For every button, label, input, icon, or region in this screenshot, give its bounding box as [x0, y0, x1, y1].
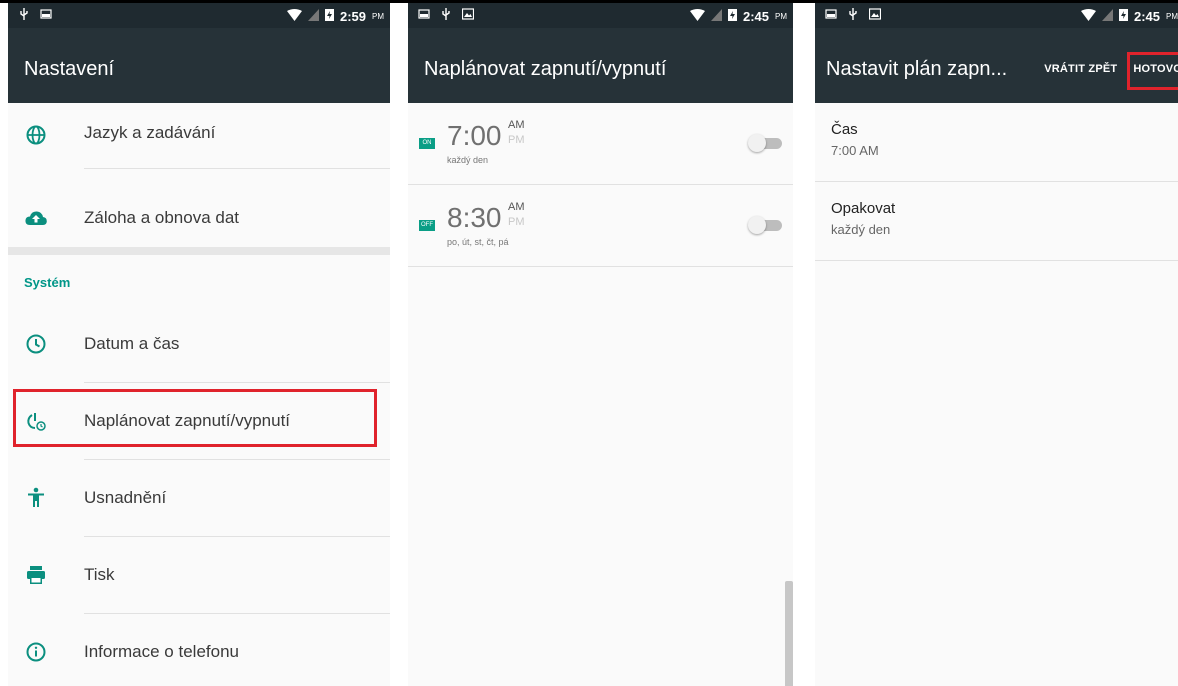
- usb-icon: [18, 8, 30, 23]
- image-icon: [825, 8, 837, 23]
- schedule-item-power-on[interactable]: ON 7:00 AM PM každý den: [408, 103, 793, 185]
- app-bar: Naplánovat zapnutí/vypnutí: [408, 28, 793, 103]
- no-signal-icon: [307, 8, 319, 24]
- status-badge: ON: [419, 138, 435, 149]
- usb-icon: [440, 8, 452, 23]
- gallery-icon: [869, 8, 881, 23]
- schedule-list-screen: 2:45 PM Naplánovat zapnutí/vypnutí ON 7:…: [408, 3, 793, 686]
- image-icon: [418, 8, 430, 23]
- cloud-upload-icon: [24, 206, 48, 230]
- schedule-days: každý den: [447, 155, 489, 165]
- section-divider: [8, 247, 390, 255]
- clock-time: 2:45: [742, 8, 769, 24]
- status-badge: OFF: [419, 220, 435, 231]
- undo-button[interactable]: VRÁTIT ZPĚT: [1040, 60, 1121, 78]
- schedule-time: 7:00: [447, 120, 502, 151]
- wifi-icon: [286, 8, 302, 24]
- schedule-item-power-off[interactable]: OFF 8:30 AM PM po, út, st, čt, pá: [408, 185, 793, 267]
- preference-summary: každý den: [831, 222, 891, 237]
- preference-summary: 7:00 AM: [831, 143, 879, 158]
- settings-item-label: Jazyk a zadávání: [84, 123, 216, 142]
- page-title: Nastavení: [24, 58, 115, 80]
- battery-charging-icon: [727, 8, 737, 24]
- wifi-icon: [689, 8, 705, 24]
- clock-ampm: PM: [1166, 11, 1178, 21]
- settings-item-print[interactable]: Tisk: [8, 537, 390, 614]
- status-bar: 2:59 PM: [8, 3, 390, 28]
- schedule-pm: PM: [508, 134, 525, 146]
- page-title: Naplánovat zapnutí/vypnutí: [424, 58, 667, 80]
- battery-charging-icon: [324, 8, 334, 24]
- settings-item-label: Datum a čas: [84, 334, 180, 353]
- highlight-box: [13, 389, 377, 447]
- page-title: Nastavit plán zapn...: [826, 58, 1008, 80]
- clock-time: 2:45: [1133, 8, 1160, 24]
- repeat-preference[interactable]: Opakovat každý den: [815, 182, 1178, 261]
- settings-item-label: Tisk: [84, 565, 115, 584]
- settings-item-language[interactable]: Jazyk a zadávání: [8, 103, 390, 180]
- schedule-am: AM: [508, 201, 525, 213]
- time-preference[interactable]: Čas 7:00 AM: [815, 103, 1178, 182]
- settings-item-label: Usnadnění: [84, 488, 167, 507]
- scrollbar[interactable]: [785, 581, 793, 686]
- settings-screen: 2:59 PM Nastavení Jazyk a zadávání Záloh…: [8, 3, 390, 686]
- gallery-icon: [462, 8, 474, 23]
- battery-charging-icon: [1118, 8, 1128, 24]
- section-title: Systém: [24, 275, 71, 290]
- clock-ampm: PM: [775, 11, 787, 21]
- schedule-am: AM: [508, 119, 525, 131]
- schedule-pm: PM: [508, 216, 525, 228]
- app-bar: Nastavit plán zapn... VRÁTIT ZPĚT HOTOVO: [815, 28, 1178, 103]
- no-signal-icon: [1101, 8, 1113, 24]
- usb-icon: [847, 8, 859, 23]
- status-bar: 2:45 PM: [408, 3, 793, 28]
- schedule-toggle[interactable]: [748, 216, 782, 234]
- no-signal-icon: [710, 8, 722, 24]
- divider: [84, 168, 390, 169]
- settings-item-label: Informace o telefonu: [84, 642, 239, 661]
- settings-item-about-phone[interactable]: Informace o telefonu: [8, 614, 390, 686]
- printer-icon: [24, 563, 48, 587]
- schedule-toggle[interactable]: [748, 134, 782, 152]
- app-bar: Nastavení: [8, 28, 390, 103]
- highlight-box: [1127, 52, 1178, 90]
- settings-item-date-time[interactable]: Datum a čas: [8, 306, 390, 383]
- schedule-edit-screen: 2:45 PM Nastavit plán zapn... VRÁTIT ZPĚ…: [815, 3, 1178, 686]
- status-bar: 2:45 PM: [815, 3, 1178, 28]
- image-icon: [40, 8, 52, 23]
- globe-icon: [24, 123, 48, 147]
- settings-item-backup[interactable]: Záloha a obnova dat: [8, 180, 390, 257]
- schedule-time: 8:30: [447, 202, 502, 233]
- clock-ampm: PM: [372, 11, 384, 21]
- settings-item-label: Záloha a obnova dat: [84, 208, 240, 227]
- clock-icon: [24, 332, 48, 356]
- accessibility-icon: [24, 486, 48, 510]
- wifi-icon: [1080, 8, 1096, 24]
- clock-time: 2:59: [339, 8, 366, 24]
- preference-title: Opakovat: [831, 200, 896, 217]
- settings-item-accessibility[interactable]: Usnadnění: [8, 460, 390, 537]
- info-icon: [24, 640, 48, 664]
- schedule-days: po, út, st, čt, pá: [447, 237, 509, 247]
- preference-title: Čas: [831, 121, 858, 138]
